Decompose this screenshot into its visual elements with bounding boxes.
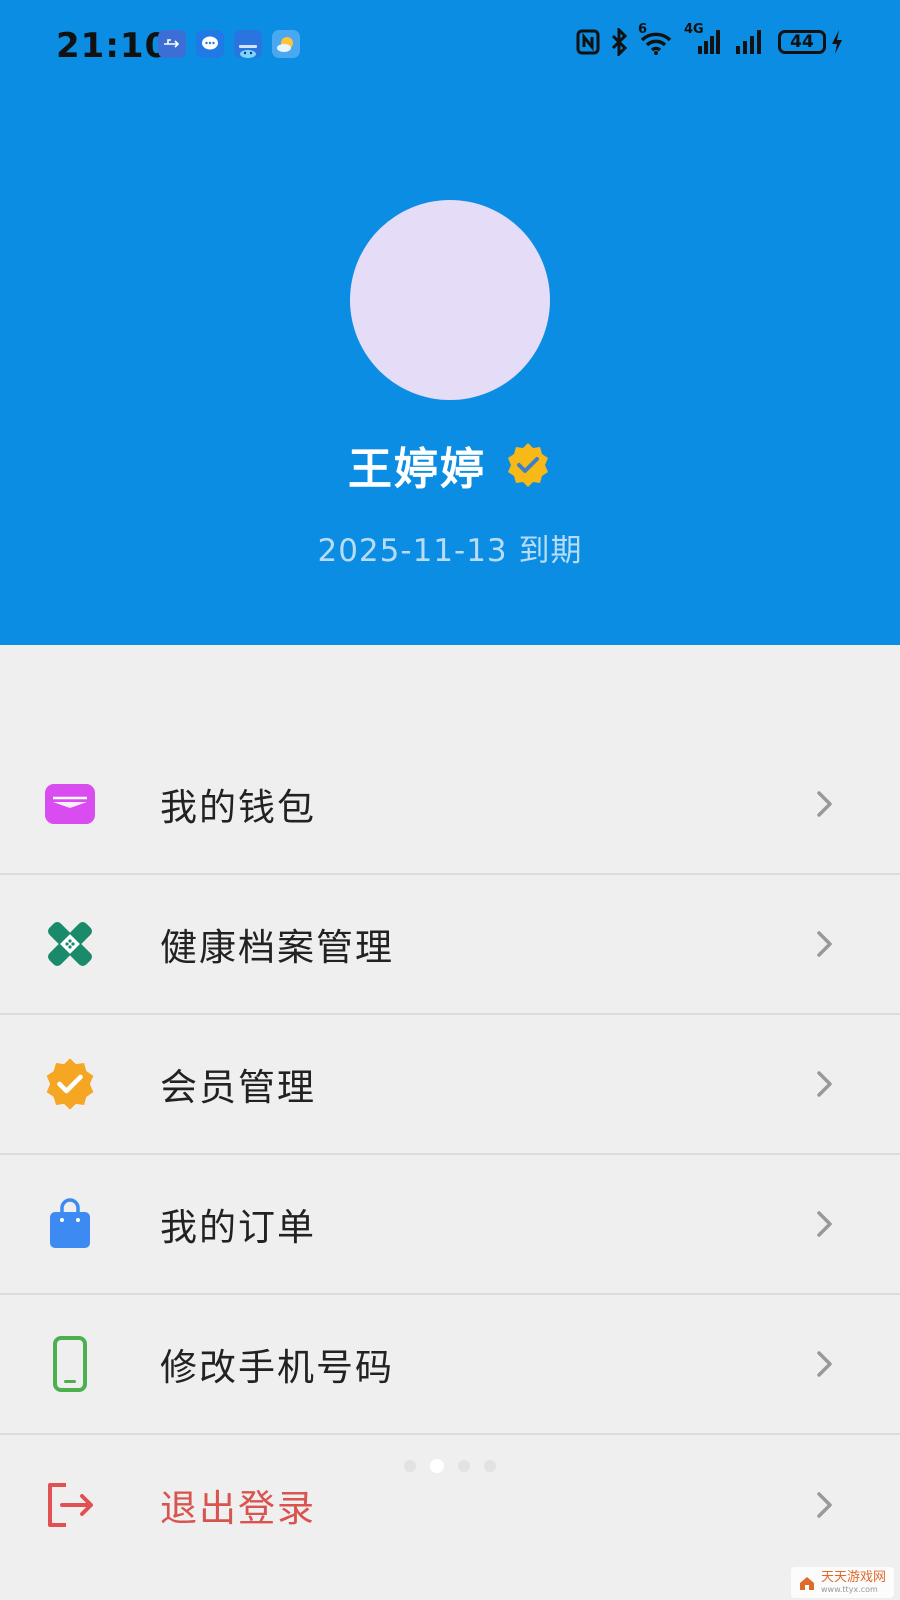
avatar[interactable] <box>350 200 550 400</box>
phone-icon <box>42 1336 98 1392</box>
menu-item-membership[interactable]: 会员管理 <box>0 1015 900 1155</box>
profile-header: 21:10 6 4G 44 王婷婷 2025-11-13 到期 <box>0 0 900 645</box>
profile-screen: 21:10 6 4G 44 王婷婷 2025-11-13 到期 我的钱包 健康档… <box>0 0 900 1600</box>
network-type-label: 4G <box>684 22 704 37</box>
status-bar: 21:10 6 4G 44 <box>0 0 900 92</box>
nfc-icon <box>576 29 600 55</box>
charging-icon <box>832 30 842 54</box>
watermark-sub: www.ttyx.com <box>820 1585 878 1594</box>
bluetooth-icon <box>611 28 628 56</box>
cellular-4g-indicator: 4G <box>684 22 724 56</box>
menu-item-health-records[interactable]: 健康档案管理 <box>0 875 900 1015</box>
chevron-right-icon <box>817 1351 832 1377</box>
battery-level: 44 <box>778 30 826 54</box>
page-dot <box>484 1460 496 1472</box>
menu-item-label: 我的钱包 <box>160 786 316 829</box>
page-indicator <box>0 1459 900 1473</box>
profile-menu: 我的钱包 健康档案管理 会员管理 我的订单 修改手机号码 退出登录 <box>0 735 900 1575</box>
status-notification-icons <box>158 30 300 58</box>
chevron-right-icon <box>817 791 832 817</box>
wifi-badge: 6 <box>638 22 648 37</box>
chevron-right-icon <box>817 1071 832 1097</box>
battery-indicator: 44 <box>778 29 844 55</box>
chevron-right-icon <box>817 1492 832 1518</box>
menu-item-label: 修改手机号码 <box>160 1346 394 1389</box>
page-dot-active <box>430 1459 444 1473</box>
weather-app-icon <box>272 30 300 58</box>
message-app-icon <box>196 30 224 58</box>
menu-item-orders[interactable]: 我的订单 <box>0 1155 900 1295</box>
car-app-icon <box>234 30 262 58</box>
membership-expiry: 2025-11-13 到期 <box>317 533 583 569</box>
watermark-logo-icon <box>799 1576 814 1590</box>
chevron-right-icon <box>817 1211 832 1237</box>
status-system-icons: 6 4G 44 <box>576 22 844 56</box>
watermark-text: 天天游戏网 <box>820 1570 886 1585</box>
logout-icon <box>42 1477 98 1533</box>
profile-name: 王婷婷 <box>348 444 486 495</box>
menu-item-label: 我的订单 <box>160 1206 316 1249</box>
menu-item-label: 健康档案管理 <box>160 926 394 969</box>
wifi-indicator: 6 <box>638 22 674 56</box>
signal-icon-secondary <box>736 30 761 54</box>
watermark: 天天游戏网 www.ttyx.com <box>790 1567 894 1598</box>
status-time: 21:10 <box>56 26 170 66</box>
shopping-bag-icon <box>42 1196 98 1252</box>
menu-item-logout[interactable]: 退出登录 <box>0 1435 900 1575</box>
wallet-icon <box>42 776 98 832</box>
page-dot <box>404 1460 416 1472</box>
page-dot <box>458 1460 470 1472</box>
menu-item-label: 退出登录 <box>160 1487 316 1530</box>
chevron-right-icon <box>817 931 832 957</box>
bandage-icon <box>42 916 98 972</box>
profile-name-row: 王婷婷 <box>0 433 900 497</box>
verified-badge-icon <box>42 1056 98 1112</box>
menu-item-label: 会员管理 <box>160 1066 316 1109</box>
menu-item-change-phone[interactable]: 修改手机号码 <box>0 1295 900 1435</box>
menu-item-wallet[interactable]: 我的钱包 <box>0 735 900 875</box>
usb-icon <box>158 30 186 58</box>
verified-badge-icon <box>508 443 548 487</box>
